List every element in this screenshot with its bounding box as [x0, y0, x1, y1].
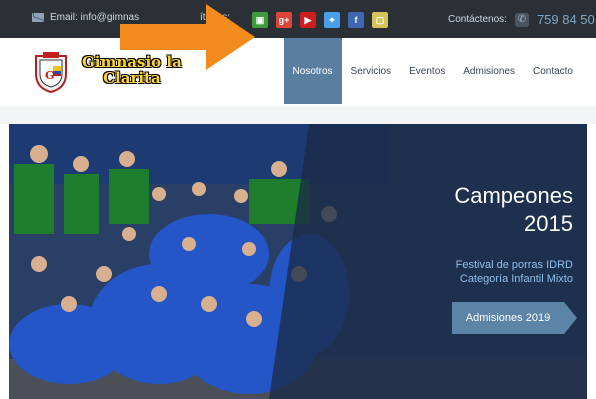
top-bar: Email: info@gimnas ítanos: ▣ g+ ▶ ⌖ f ▢ … — [0, 0, 596, 38]
site-header: G Gimnasio la Clarita Nosotros Servicios… — [0, 38, 596, 106]
contact-info: Contáctenos: ✆ 759 84 50 — [448, 12, 595, 27]
hero-subtitle-line-2: Categoría Infantil Mixto — [459, 273, 573, 285]
link-icon[interactable]: ▢ — [372, 12, 388, 28]
main-nav: Nosotros Servicios Eventos Admisiones Co… — [283, 38, 582, 104]
school-crest-logo[interactable]: G — [32, 50, 70, 94]
social-links: ▣ g+ ▶ ⌖ f ▢ — [252, 12, 388, 28]
hero-title-line-2: 2015 — [524, 211, 573, 236]
header-divider — [0, 106, 596, 124]
maps-icon[interactable]: ⌖ — [324, 12, 340, 28]
phone-icon: ✆ — [514, 12, 529, 27]
nav-servicios[interactable]: Servicios — [342, 38, 401, 104]
contact-label: Contáctenos: — [448, 14, 507, 25]
hero-title: Campeones 2015 — [454, 182, 573, 238]
nav-nosotros[interactable]: Nosotros — [283, 38, 342, 104]
mail-icon — [32, 13, 44, 22]
hero-subtitle: Festival de porras IDRD Categoría Infant… — [456, 258, 573, 286]
brand-line-2: Clarita — [103, 69, 161, 87]
hero-title-line-1: Campeones — [454, 183, 573, 208]
nav-eventos[interactable]: Eventos — [400, 38, 454, 104]
youtube-icon[interactable]: ▶ — [300, 12, 316, 28]
nav-contacto[interactable]: Contacto — [524, 38, 582, 104]
orange-arrow-icon — [120, 4, 255, 70]
nav-admisiones[interactable]: Admisiones — [454, 38, 524, 104]
facebook-icon[interactable]: f — [348, 12, 364, 28]
hero-subtitle-line-1: Festival de porras IDRD — [455, 259, 573, 271]
svg-text:G: G — [45, 69, 54, 82]
google-plus-icon[interactable]: g+ — [276, 12, 292, 28]
button-arrow-tip-icon — [564, 302, 577, 334]
phone-number[interactable]: 759 84 50 — [537, 12, 595, 27]
admisiones-button[interactable]: Admisiones 2019 — [452, 302, 577, 334]
hero-banner: Campeones 2015 Festival de porras IDRD C… — [9, 124, 587, 399]
